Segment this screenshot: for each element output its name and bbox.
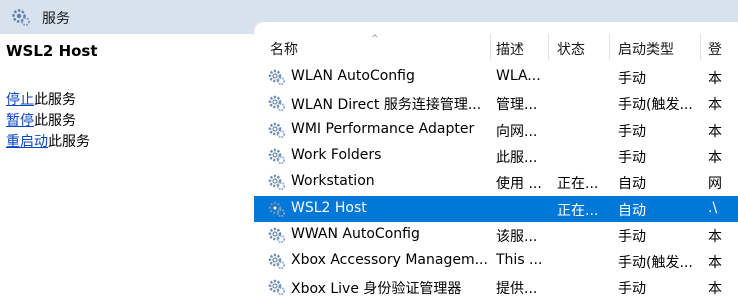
service-startup-type: 手动 <box>618 228 646 245</box>
sort-caret-icon: ^ <box>371 34 379 44</box>
service-description: 使用 ... <box>496 176 542 193</box>
action-stop-text: 此服务 <box>34 92 76 108</box>
service-gear-icon <box>268 148 286 164</box>
column-header-logon-as[interactable]: 登 <box>708 39 722 59</box>
service-gear-icon <box>268 201 286 217</box>
service-description: 向网... <box>496 123 538 140</box>
service-gear-icon <box>268 227 286 243</box>
service-row[interactable]: Work Folders 此服... 手动 本 <box>254 143 738 169</box>
column-header-description[interactable]: 描述 <box>496 39 524 59</box>
service-logon-as: 本 <box>708 123 722 140</box>
service-startup-type: 手动(触发... <box>618 97 693 114</box>
service-name: Workstation <box>291 173 375 190</box>
column-header-name[interactable]: 名称 <box>270 39 298 59</box>
service-startup-type: 自动 <box>618 176 646 193</box>
column-header-startup-type[interactable]: 启动类型 <box>618 39 674 59</box>
service-row[interactable]: WMI Performance Adapter 向网... 手动 本 <box>254 117 738 143</box>
service-logon-as: 本 <box>708 281 722 298</box>
column-header-row: ^ 名称 描述 状态 启动类型 登 <box>254 34 738 60</box>
service-gear-icon <box>268 122 286 138</box>
column-divider[interactable] <box>490 34 491 60</box>
service-logon-as: 本 <box>708 255 722 272</box>
service-gear-icon <box>268 69 286 86</box>
service-description: WLA... <box>496 68 541 84</box>
service-name: Work Folders <box>291 146 382 163</box>
service-logon-as: 本 <box>708 71 722 87</box>
services-list: ^ 名称 描述 状态 启动类型 登 WLAN AutoConfig WLA... 手… <box>254 22 738 304</box>
service-startup-type: 手动(触发... <box>618 255 693 272</box>
service-gear-icon <box>268 95 286 112</box>
column-header-status[interactable]: 状态 <box>557 39 585 59</box>
window-title: 服务 <box>42 11 70 27</box>
service-startup-type: 手动 <box>618 123 646 140</box>
service-status: 正在... <box>557 202 599 219</box>
service-logon-as: 本 <box>708 228 722 245</box>
service-status: 正在... <box>557 176 599 193</box>
column-divider[interactable] <box>700 34 701 60</box>
service-row[interactable]: WWAN AutoConfig 该服... 手动 本 <box>254 222 738 248</box>
service-logon-as: 网 <box>708 176 722 193</box>
service-gear-icon <box>268 253 286 270</box>
action-restart-text: 此服务 <box>48 134 90 150</box>
service-description: 提供... <box>496 281 538 298</box>
service-description: This ... <box>496 252 543 269</box>
service-logon-as: .\ <box>708 199 718 216</box>
action-restart: 重启动此服务 <box>6 132 90 153</box>
service-name: WLAN Direct 服务连接管理... <box>291 97 482 114</box>
action-stop: 停止此服务 <box>6 90 90 111</box>
service-logon-as: 本 <box>708 97 722 114</box>
service-description: 该服... <box>496 228 538 245</box>
service-startup-type: 手动 <box>618 71 646 87</box>
service-startup-type: 手动 <box>618 149 646 166</box>
action-pause: 暂停此服务 <box>6 111 90 132</box>
service-actions: 停止此服务 暂停此服务 重启动此服务 <box>6 90 90 153</box>
service-name: WLAN AutoConfig <box>291 68 415 84</box>
service-row[interactable]: Workstation 使用 ... 正在... 自动 网 <box>254 169 738 195</box>
services-icon <box>12 9 30 26</box>
service-gear-icon <box>268 280 286 296</box>
service-row[interactable]: WLAN AutoConfig WLA... 手动 本 <box>254 64 738 90</box>
pause-service-link[interactable]: 暂停 <box>6 113 34 129</box>
action-pause-text: 此服务 <box>34 113 76 129</box>
service-name: WMI Performance Adapter <box>291 120 475 137</box>
service-row[interactable]: Xbox Accessory Managem... This ... 手动(触发..… <box>254 248 738 274</box>
restart-service-link[interactable]: 重启动 <box>6 134 48 150</box>
service-row[interactable]: Xbox Live 身份验证管理器 提供... 手动 本 <box>254 274 738 300</box>
selected-service-name: WSL2 Host <box>6 42 98 60</box>
service-row-selected[interactable]: WSL2 Host 正在... 自动 .\ <box>254 195 738 222</box>
service-name: Xbox Live 身份验证管理器 <box>291 281 462 298</box>
service-startup-type: 自动 <box>618 202 646 219</box>
column-divider[interactable] <box>609 34 610 60</box>
service-name: WWAN AutoConfig <box>291 225 420 242</box>
column-divider[interactable] <box>548 34 549 60</box>
service-logon-as: 本 <box>708 149 722 166</box>
service-row[interactable]: WLAN Direct 服务连接管理... 管理... 手动(触发... 本 <box>254 90 738 116</box>
service-name: Xbox Accessory Managem... <box>291 252 487 269</box>
service-name: WSL2 Host <box>291 199 367 216</box>
service-gear-icon <box>268 174 286 191</box>
service-startup-type: 手动 <box>618 281 646 298</box>
description-pane: WSL2 Host 停止此服务 暂停此服务 重启动此服务 <box>0 34 254 304</box>
service-description: 管理... <box>496 97 538 114</box>
stop-service-link[interactable]: 停止 <box>6 92 34 108</box>
service-description: 此服... <box>496 149 538 166</box>
